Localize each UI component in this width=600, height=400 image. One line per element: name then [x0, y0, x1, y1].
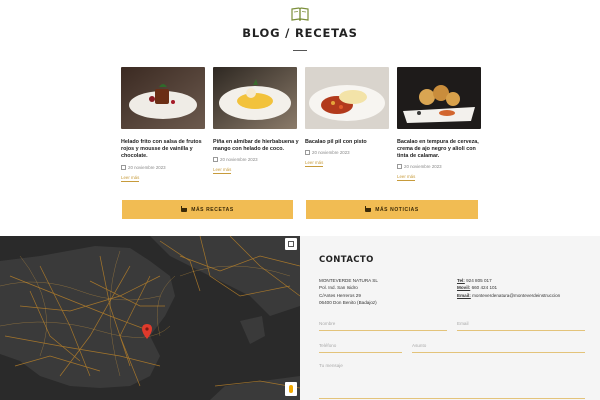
book-icon [291, 7, 309, 21]
address-line-3: 06400 Don Benito (Badajoz) [319, 300, 377, 306]
fullscreen-button[interactable] [285, 238, 297, 250]
address-block: MONTEVERDE NATURA SL Pol. Ind. San Isidr… [319, 277, 378, 307]
card-image-helado[interactable] [121, 67, 205, 129]
read-more-link[interactable]: Leer más [397, 174, 416, 181]
phone-field[interactable]: Teléfono [319, 343, 402, 353]
more-recipes-button[interactable]: MÁS RECETAS [122, 200, 293, 219]
tel-line[interactable]: Tel: 924 805 017 [457, 277, 560, 284]
card-desc: Piña en almíbar de hierbabuena y mango c… [213, 139, 299, 153]
address-line-1: Pol. Ind. San Isidro [319, 285, 358, 291]
blog-title: BLOG / RECETAS [242, 26, 358, 40]
card-date: 20 noviembre 2023 [213, 157, 258, 162]
card-desc: Helado frito con salsa de frutos rojos y… [121, 139, 202, 160]
street-view-pegman[interactable] [285, 382, 297, 396]
card-image-pina[interactable] [213, 67, 297, 129]
card-image-tempura[interactable] [397, 67, 481, 129]
map[interactable] [0, 236, 300, 400]
company-name: MONTEVERDE NATURA SL [319, 278, 378, 283]
card-desc: Bacalao pil pil con pisto [305, 139, 367, 145]
contact-section: CONTACTO MONTEVERDE NATURA SL Pol. Ind. … [300, 236, 600, 400]
more-news-button[interactable]: MÁS NOTICIAS [306, 200, 478, 219]
email-line[interactable]: Email: monteverdenatura@monteverdeinstru… [457, 292, 560, 299]
calendar-icon [397, 164, 402, 169]
email-field[interactable]: Email [457, 321, 585, 331]
subject-field[interactable]: Asunto [412, 343, 585, 353]
address-line-2: C/Antes Herreros 29 [319, 292, 361, 298]
blog-card-2[interactable]: Piña en almíbar de hierbabuena y mango c… [213, 67, 299, 187]
blog-card-4[interactable]: Bacalao en tempura de cerveza, crema de … [397, 67, 481, 187]
card-date: 20 noviembre 2023 [121, 165, 166, 170]
card-image-bacalao[interactable] [305, 67, 389, 129]
calendar-icon [213, 157, 218, 162]
blog-card-3[interactable]: Bacalao pil pil con pisto 20 noviembre 2… [305, 67, 389, 187]
blog-card-1[interactable]: Helado frito con salsa de frutos rojos y… [121, 67, 205, 187]
read-more-link[interactable]: Leer más [213, 167, 232, 174]
card-date: 20 noviembre 2023 [305, 150, 350, 155]
read-more-link[interactable]: Leer más [121, 175, 140, 182]
cart-icon [181, 205, 188, 212]
card-desc: Bacalao en tempura de cerveza, crema de … [397, 139, 479, 160]
read-more-link[interactable]: Leer más [305, 160, 324, 167]
movil-line[interactable]: Movil: 660 424 101 [457, 284, 560, 291]
cart-icon [365, 205, 372, 212]
calendar-icon [305, 150, 310, 155]
card-date: 20 noviembre 2023 [397, 164, 442, 169]
name-field[interactable]: Nombre [319, 321, 447, 331]
pegman-icon [289, 385, 293, 393]
message-field[interactable]: Tu mensaje [319, 363, 585, 399]
calendar-icon [121, 165, 126, 170]
contact-title: CONTACTO [319, 255, 374, 265]
title-divider [293, 50, 307, 51]
contact-details: Tel: 924 805 017 Movil: 660 424 101 Emai… [457, 277, 560, 299]
fullscreen-icon [288, 241, 294, 247]
